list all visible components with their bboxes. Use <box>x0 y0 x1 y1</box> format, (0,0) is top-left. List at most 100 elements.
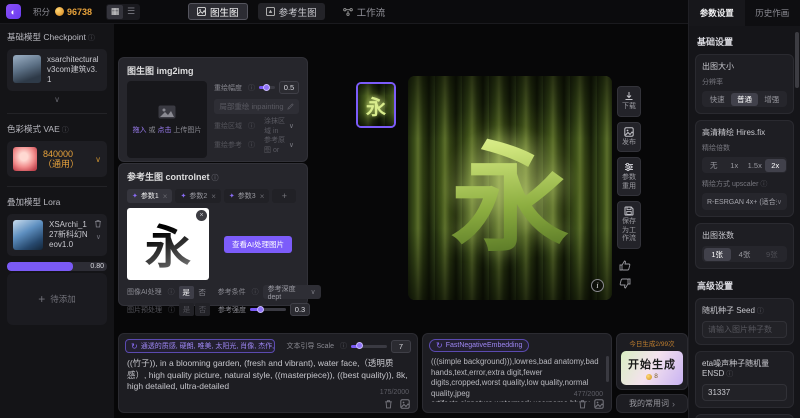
tab-workflow[interactable]: 工作流 <box>335 3 394 20</box>
strength-handle[interactable] <box>257 306 264 313</box>
refmode-dropdown[interactable]: 参考原图 or ∨ <box>259 138 299 152</box>
option-fast[interactable]: 快速 <box>704 93 731 106</box>
favorite-prompts-button[interactable]: 我的常用词 › <box>616 394 688 413</box>
no-button[interactable]: 否 <box>195 286 210 299</box>
image-icon[interactable] <box>594 399 604 409</box>
vae-card[interactable]: 840000（通用） ∨ <box>7 141 107 177</box>
option-normal[interactable]: 普通 <box>731 93 758 106</box>
option-9[interactable]: 9张 <box>758 248 785 261</box>
chevron-right-icon: › <box>672 399 675 409</box>
upload-dropzone[interactable]: 拖入 或 点击 上传图片 <box>127 81 207 158</box>
condition-dropdown[interactable]: 参考深度 dept ∨ <box>263 285 321 299</box>
option-1-5x[interactable]: 1.5x <box>745 159 766 172</box>
coin-icon <box>646 374 652 380</box>
controlnet-tab-3[interactable]: ✦参数3× <box>224 189 269 203</box>
denoise-value[interactable]: 0.5 <box>279 81 299 94</box>
remove-image-icon[interactable]: × <box>196 210 207 221</box>
chevron-down-icon[interactable]: ∨ <box>95 155 101 164</box>
close-icon[interactable]: × <box>260 192 265 201</box>
hires-fix-card: 高清精绘 Hires.fix 精绘倍数 无 1x 1.5x 2x 精绘方式 up… <box>695 120 794 217</box>
cfg-scale-handle[interactable] <box>356 342 363 349</box>
vae-label: 色彩模式 VAEⓘ <box>7 123 107 135</box>
canvas-area: 图生图 img2img 拖入 或 点击 上传图片 重绘幅度ⓘ 0.5 <box>114 24 688 418</box>
yes-button[interactable]: 是 <box>179 286 194 299</box>
lora-card[interactable]: XSArchi_127新科幻Neov1.0 ∨ <box>7 214 107 256</box>
cost-value: 8 <box>654 373 658 380</box>
result-thumbnail[interactable]: 永 <box>356 82 396 128</box>
workflow-icon <box>343 7 353 16</box>
scrollbar-thumb[interactable] <box>795 32 799 88</box>
option-1[interactable]: 1张 <box>704 248 731 261</box>
generate-button-label: 开始生成 <box>628 356 676 372</box>
points-value[interactable]: 96738 <box>67 7 92 17</box>
tab-ref-gen[interactable]: 参考生图 <box>258 3 325 20</box>
prompt-tags-chip[interactable]: ↻ 通透的质感, 硬朗, 唯美, 太阳光, 肖像, 杰作, 最佳质量 <box>125 339 275 353</box>
save-workflow-button[interactable]: 保存为工作流 <box>617 201 641 249</box>
tab-history[interactable]: 历史作画 <box>745 0 800 26</box>
controlnet-tab-1[interactable]: ✦参数1× <box>127 189 172 203</box>
close-icon[interactable]: × <box>163 192 168 201</box>
lora-weight-slider[interactable]: 0.80 <box>7 262 107 271</box>
generated-image[interactable]: 永 i <box>408 76 612 300</box>
download-button[interactable]: 下载 <box>617 86 641 117</box>
topbar: ◐ 积分 96738 ▦ ☰ 图生图 参考生图 工作流 <box>0 0 688 24</box>
info-icon[interactable]: i <box>591 279 604 292</box>
generate-button[interactable]: 开始生成 8 <box>621 351 683 385</box>
add-lora-button[interactable]: + 待添加 <box>7 273 107 325</box>
region-label: 重绘区域 <box>214 121 242 131</box>
ensd-label: eta噪声种子随机量 ENSDⓘ <box>702 358 787 379</box>
chevron-down-icon[interactable]: ∨ <box>96 233 101 241</box>
controlnet-tab-2[interactable]: ✦参数2× <box>175 189 220 203</box>
batch-count-card: 出图张数 1张 4张 9张 <box>695 223 794 269</box>
cfg-scale-slider[interactable] <box>351 345 387 348</box>
view-processed-button[interactable]: 查看AI处理图片 <box>224 236 292 253</box>
yes-button[interactable]: 是 <box>179 303 194 316</box>
strength-slider[interactable] <box>250 308 286 311</box>
refresh-icon[interactable]: ↻ <box>131 342 138 351</box>
denoise-handle[interactable] <box>263 84 270 91</box>
option-none[interactable]: 无 <box>704 159 725 172</box>
region-dropdown[interactable]: 涂抹区域 in ∨ <box>259 119 299 133</box>
info-icon: ⓘ <box>252 287 259 297</box>
trash-icon[interactable] <box>578 399 587 409</box>
app-logo[interactable]: ◐ <box>6 4 21 19</box>
image-icon[interactable] <box>400 399 410 409</box>
seed-input[interactable] <box>702 321 787 338</box>
inpaint-button[interactable]: 局部重绘 inpainting <box>214 99 299 114</box>
negative-prompt-panel: ↻ FastNegativeEmbedding (((simple backgr… <box>422 333 612 413</box>
thumbs-up-icon[interactable] <box>619 260 631 271</box>
trash-icon[interactable] <box>94 219 102 230</box>
thumbs-down-icon[interactable] <box>619 278 631 289</box>
settings-tabs: 参数设置 历史作画 <box>689 0 800 26</box>
trash-icon[interactable] <box>384 399 393 409</box>
option-4[interactable]: 4张 <box>731 248 758 261</box>
positive-prompt-input[interactable]: ((竹子)), in a blooming garden, (fresh and… <box>119 355 417 399</box>
list-view-icon[interactable]: ☰ <box>123 5 139 19</box>
reuse-params-button[interactable]: 参数重用 <box>617 157 641 196</box>
chevron-down-icon[interactable]: ∨ <box>7 95 107 104</box>
upscaler-dropdown[interactable]: R-ESRGAN 4x+ (适合多种风 ∨ <box>702 193 787 210</box>
publish-button[interactable]: 发布 <box>617 122 641 153</box>
negative-embedding-chip[interactable]: ↻ FastNegativeEmbedding <box>429 339 529 352</box>
option-2x[interactable]: 2x <box>765 159 786 172</box>
ensd-input[interactable] <box>702 384 787 401</box>
scrollbar-thumb[interactable] <box>606 356 609 382</box>
checkpoint-card[interactable]: xsarchitecturalv3com建筑v3.1 <box>7 49 107 91</box>
download-label: 下载 <box>622 103 637 112</box>
denoise-slider[interactable] <box>259 86 275 89</box>
controlnet-reference-image[interactable]: 永 × <box>127 208 209 280</box>
chevron-down-icon: ∨ <box>289 141 294 149</box>
refresh-icon[interactable]: ↻ <box>436 341 443 350</box>
strength-value[interactable]: 0.3 <box>290 303 310 316</box>
tab-img2img[interactable]: 图生图 <box>188 3 248 20</box>
option-enhanced[interactable]: 增强 <box>758 93 785 106</box>
cfg-scale-value[interactable]: 7 <box>391 340 411 353</box>
option-1x[interactable]: 1x <box>724 159 745 172</box>
basic-settings-header: 基础设置 <box>695 31 794 54</box>
info-icon: ⓘ <box>62 127 69 134</box>
grid-view-icon[interactable]: ▦ <box>107 5 123 19</box>
close-icon[interactable]: × <box>211 192 216 201</box>
tab-parameters[interactable]: 参数设置 <box>689 0 745 26</box>
add-controlnet-tab-button[interactable]: + <box>272 189 296 203</box>
no-button[interactable]: 否 <box>195 303 210 316</box>
